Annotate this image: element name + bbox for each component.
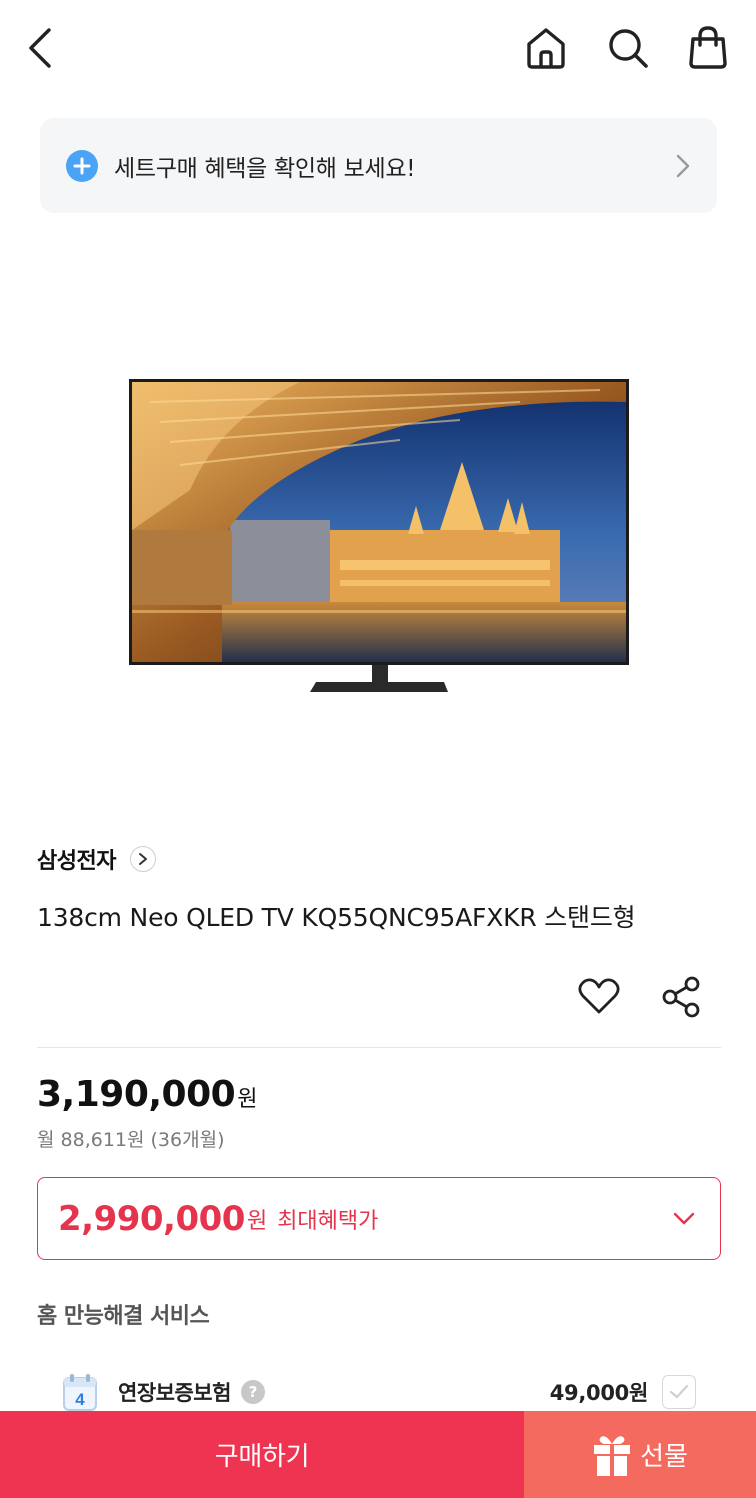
heart-icon <box>578 978 620 1014</box>
price-row: 3,190,000 원 <box>37 1074 257 1115</box>
calendar-icon: 4 <box>60 1372 100 1412</box>
bottom-action-bar: 구매하기 선물 <box>0 1411 756 1498</box>
top-navigation-bar <box>0 0 756 96</box>
home-service-section-title: 홈 만능해결 서비스 <box>37 1304 210 1329</box>
service-name: 연장보증보험 <box>118 1381 231 1405</box>
home-button[interactable] <box>522 24 570 72</box>
buy-button[interactable]: 구매하기 <box>0 1411 524 1498</box>
divider <box>37 1047 721 1048</box>
checkmark-icon <box>669 1384 689 1399</box>
service-price: 49,000원 <box>549 1381 649 1405</box>
brand-name[interactable]: 삼성전자 <box>37 843 116 875</box>
max-benefit-price-toggle[interactable]: 2,990,000 원 최대혜택가 <box>37 1177 721 1260</box>
price-value: 3,190,000 <box>37 1074 236 1115</box>
brand-row[interactable]: 삼성전자 <box>37 842 156 876</box>
set-purchase-banner[interactable]: 세트구매 혜택을 확인해 보세요! <box>40 118 717 213</box>
wishlist-button[interactable] <box>576 974 622 1018</box>
chevron-left-icon <box>29 28 51 68</box>
benefit-price-unit: 원 <box>246 1208 268 1234</box>
home-icon <box>527 28 565 69</box>
search-icon <box>609 29 648 68</box>
help-icon[interactable]: ? <box>240 1380 265 1404</box>
search-button[interactable] <box>604 24 652 72</box>
price-unit: 원 <box>237 1087 258 1112</box>
product-title: 138cm Neo QLED TV KQ55QNC95AFXKR 스탠드형 <box>37 903 636 932</box>
gift-button[interactable]: 선물 <box>524 1411 756 1498</box>
plus-icon <box>66 149 98 182</box>
monthly-installment: 월 88,611원 (36개월) <box>37 1129 225 1151</box>
chevron-right-icon[interactable] <box>129 846 156 872</box>
share-icon <box>662 976 700 1018</box>
chevron-right-icon <box>673 152 693 180</box>
cart-button[interactable] <box>684 22 732 72</box>
chevron-down-icon <box>670 1205 698 1233</box>
set-banner-text: 세트구매 혜택을 확인해 보세요! <box>114 155 416 182</box>
product-image[interactable] <box>0 230 756 820</box>
back-button[interactable] <box>18 24 62 72</box>
benefit-price-value: 2,990,000 <box>58 1198 245 1239</box>
share-button[interactable] <box>658 974 704 1020</box>
gift-button-label: 선물 <box>640 1442 688 1472</box>
service-item-extended-warranty[interactable]: 4 연장보증보험 ? 49,000원 <box>60 1370 696 1414</box>
shopping-bag-icon <box>689 26 727 69</box>
benefit-label: 최대혜택가 <box>277 1208 379 1234</box>
gift-icon <box>592 1432 632 1478</box>
calendar-day: 4 <box>75 1390 85 1409</box>
service-checkbox[interactable] <box>662 1375 696 1409</box>
